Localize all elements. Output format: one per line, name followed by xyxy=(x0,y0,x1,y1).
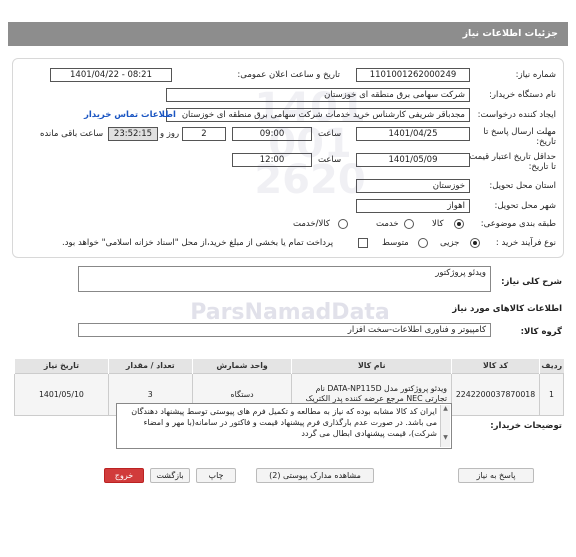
reply-button[interactable]: پاسخ به نیاز xyxy=(458,468,534,483)
print-button[interactable]: چاپ xyxy=(196,468,236,483)
page-header: جزئیات اطلاعات نیاز xyxy=(8,22,568,46)
category-goods-radio[interactable] xyxy=(454,219,464,229)
province-label: استان محل تحویل: xyxy=(489,181,556,191)
group-label: گروه کالا: xyxy=(520,327,562,337)
buyer-notes-field: ایران کد کالا مشابه بوده که نیاز به مطال… xyxy=(116,403,452,449)
col-date: تاریخ نیاز xyxy=(14,359,109,373)
category-label: طبقه بندی موضوعی: xyxy=(480,219,556,229)
view-attachments-button[interactable]: مشاهده مدارک پیوستی (2) xyxy=(256,468,374,483)
remaining-label: ساعت باقی مانده xyxy=(40,129,104,139)
remaining-time-field: 23:52:15 xyxy=(108,127,158,141)
buyer-notes-text: ایران کد کالا مشابه بوده که نیاز به مطال… xyxy=(131,407,437,438)
back-button[interactable]: بازگشت xyxy=(150,468,190,483)
summary-label: شرح کلی نیاز: xyxy=(501,277,562,287)
buyer-contact-link[interactable]: اطلاعات تماس خریدار xyxy=(84,110,176,120)
col-unit: واحد شمارش xyxy=(191,359,292,373)
scroll-down-icon[interactable]: ▼ xyxy=(441,434,450,441)
buyer-notes-label: توضیحات خریدار: xyxy=(490,421,562,431)
watermark-text: ParsNamadData xyxy=(190,300,390,325)
need-number-label: شماره نیاز: xyxy=(515,70,556,80)
group-field: کامپیوتر و فناوری اطلاعات-سخت افزار xyxy=(78,323,491,337)
notes-scrollbar[interactable]: ▲ ▼ xyxy=(440,405,450,447)
watermark-background: 1401 001 2620 xyxy=(254,85,366,203)
table-header-row: ردیف کد کالا نام کالا واحد شمارش تعداد /… xyxy=(14,359,564,373)
col-code: کد کالا xyxy=(451,359,540,373)
buyer-label: نام دستگاه خریدار: xyxy=(489,90,556,100)
announce-field: 1401/04/22 - 08:21 xyxy=(50,68,172,82)
process-label: نوع فرآیند خرید : xyxy=(495,238,556,248)
col-qty: تعداد / مقدار xyxy=(107,359,193,373)
goods-info-title: اطلاعات کالاهای مورد نیاز xyxy=(452,304,562,314)
col-row: ردیف xyxy=(539,359,564,373)
validity-label: حداقل تاریخ اعتبار قیمت: تا تاریخ: xyxy=(466,152,556,172)
category-goods-label: کالا xyxy=(432,219,444,229)
creator-label: ایجاد کننده درخواست: xyxy=(477,110,556,120)
deadline-label: مهلت ارسال پاسخ تا تاریخ: xyxy=(483,127,556,147)
days-label: روز و xyxy=(160,129,180,139)
summary-field: ویدئو پروژکتور xyxy=(78,266,491,292)
scroll-up-icon[interactable]: ▲ xyxy=(441,405,450,412)
cell-date: 1401/05/10 xyxy=(14,372,109,416)
exit-button[interactable]: خروج xyxy=(104,468,144,483)
cell-code: 2242200037870018 xyxy=(451,372,541,416)
need-number-field: 1101001262000249 xyxy=(356,68,470,82)
process-partial-radio[interactable] xyxy=(470,238,480,248)
city-label: شهر محل تحویل: xyxy=(494,201,556,211)
announce-label: تاریخ و ساعت اعلان عمومی: xyxy=(237,70,340,80)
process-partial-label: جزیی xyxy=(440,238,460,248)
col-name: نام کالا xyxy=(291,359,452,373)
cell-row: 1 xyxy=(539,372,564,416)
